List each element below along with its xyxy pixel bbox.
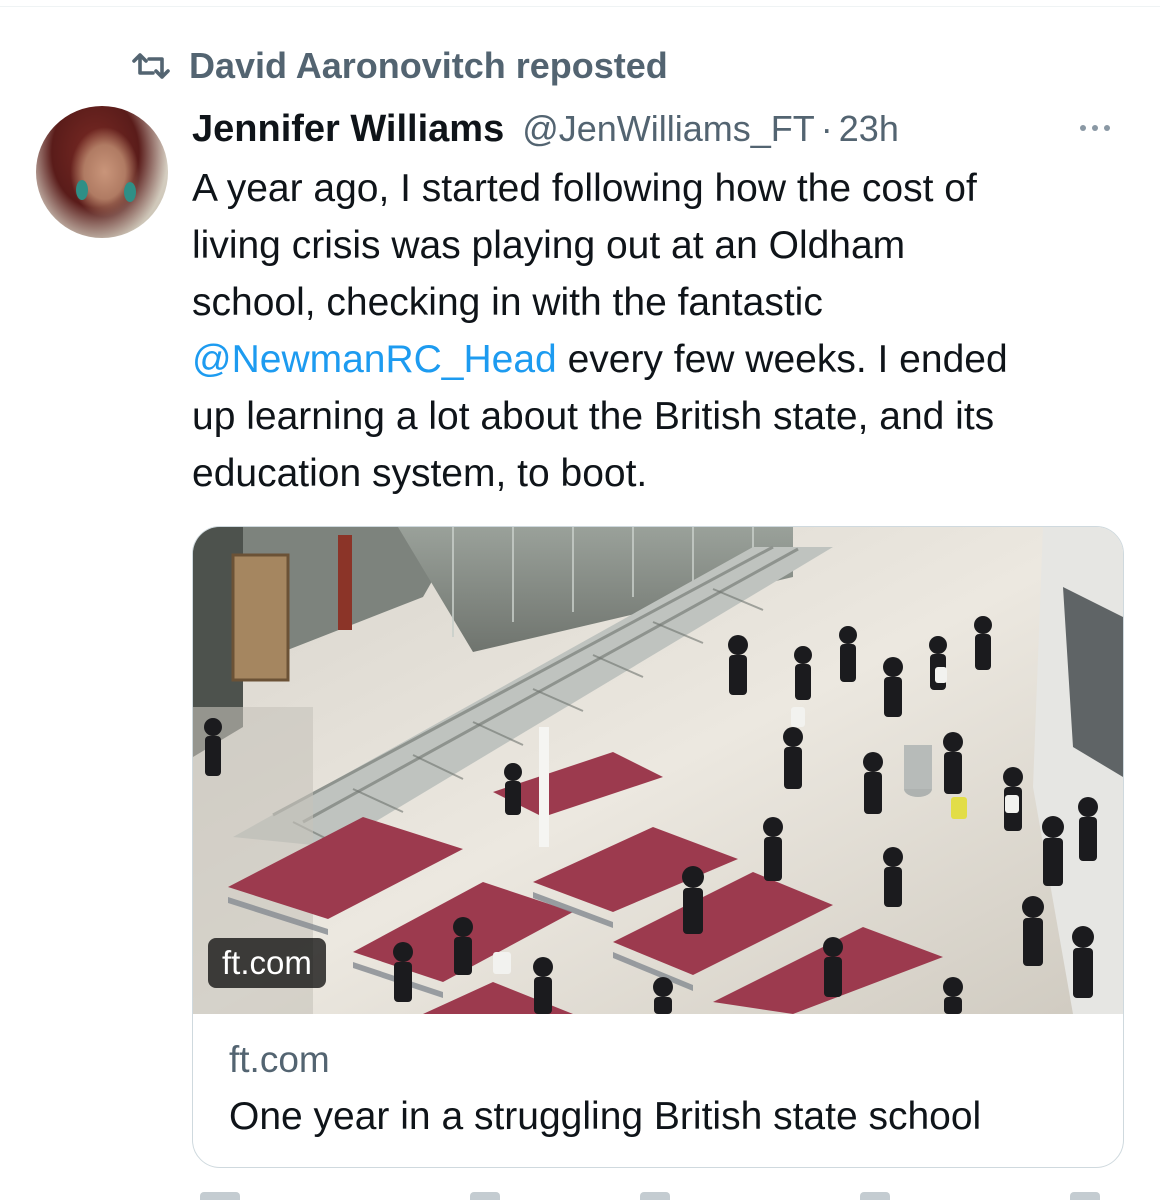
more-dot <box>1104 125 1110 131</box>
tweet-timestamp[interactable]: 23h <box>839 108 899 150</box>
like-icon[interactable] <box>640 1192 670 1200</box>
reply-icon[interactable] <box>200 1192 240 1200</box>
link-card-image[interactable]: ft.com <box>193 527 1123 1014</box>
top-divider <box>0 6 1160 7</box>
more-dot <box>1080 125 1086 131</box>
repost-context[interactable]: David Aaronovitch reposted <box>131 44 668 88</box>
action-bar-peek <box>0 1192 1160 1200</box>
more-options-icon[interactable] <box>1070 110 1120 146</box>
tweet-text-fragment: every few weeks. I ended <box>556 338 1008 381</box>
tweet-text-line: living crisis was playing out at an Oldh… <box>192 224 906 267</box>
tweet-text-line: @NewmanRC_Head every few weeks. I ended <box>192 331 1132 388</box>
repost-label: David Aaronovitch reposted <box>189 45 668 86</box>
link-card[interactable]: ft.com ft.com One year in a struggling B… <box>192 526 1124 1168</box>
tweet-text-line: A year ago, I started following how the … <box>192 167 977 210</box>
author-name[interactable]: Jennifer Williams <box>192 108 504 151</box>
link-card-domain: ft.com <box>229 1039 330 1080</box>
author-handle[interactable]: @JenWilliams_FT <box>522 108 815 150</box>
tweet-text: A year ago, I started following how the … <box>192 160 1132 502</box>
header-separator: · <box>820 108 833 149</box>
share-icon[interactable] <box>1070 1192 1100 1200</box>
tweet-text-line: education system, to boot. <box>192 452 648 495</box>
link-card-title[interactable]: One year in a struggling British state s… <box>229 1095 981 1139</box>
tweet-header: Jennifer Williams @JenWilliams_FT · 23h <box>192 104 899 154</box>
repost-action-icon[interactable] <box>470 1192 500 1200</box>
image-domain-badge: ft.com <box>208 938 326 988</box>
earring-left <box>76 180 88 200</box>
author-avatar[interactable] <box>36 106 168 238</box>
earring-right <box>124 182 136 202</box>
mention-link[interactable]: @NewmanRC_Head <box>192 338 557 381</box>
views-icon[interactable] <box>860 1192 890 1200</box>
more-dot <box>1092 125 1098 131</box>
repost-icon <box>131 51 171 81</box>
school-atrium-photo <box>193 527 1123 1014</box>
tweet-text-line: school, checking in with the fantastic <box>192 281 823 324</box>
tweet-text-line: up learning a lot about the British stat… <box>192 395 995 438</box>
